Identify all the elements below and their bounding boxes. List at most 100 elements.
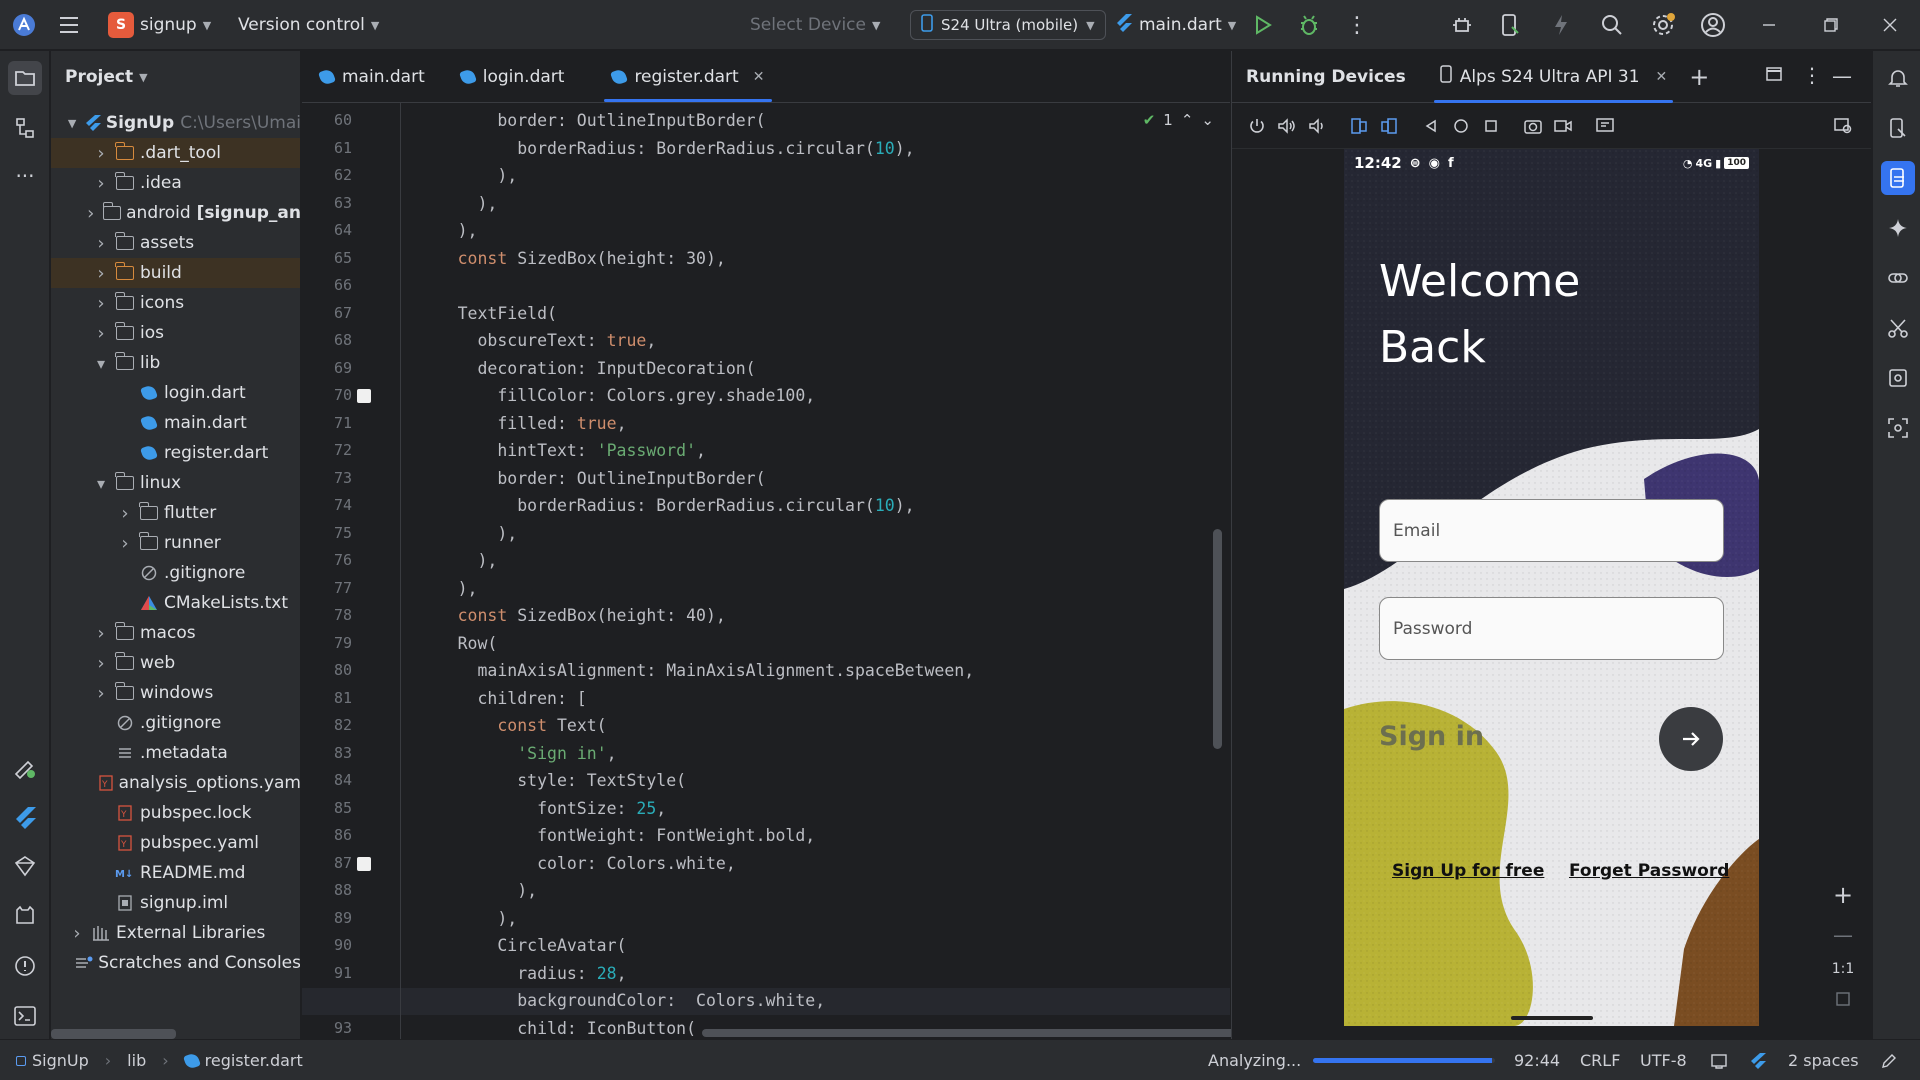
tree-item[interactable]: main.dart (51, 408, 300, 438)
code-line[interactable]: const SizedBox(height: 40), (398, 606, 726, 625)
code-line[interactable]: border: OutlineInputBorder( (398, 111, 765, 130)
tree-item[interactable]: › runner (51, 528, 300, 558)
code-line[interactable]: ), (398, 221, 478, 240)
code-line[interactable]: ), (398, 551, 497, 570)
vcs-menu[interactable]: Version control ▼ (238, 0, 379, 50)
code-line[interactable]: fillColor: Colors.grey.shade100, (398, 386, 815, 405)
chevron-right-icon[interactable]: › (93, 623, 109, 644)
zoom-fit-icon[interactable] (1835, 991, 1851, 1012)
code-line[interactable]: ), (398, 524, 517, 543)
running-devices-icon[interactable] (1881, 161, 1915, 195)
email-field[interactable]: Email (1379, 499, 1724, 562)
tree-item[interactable]: signup.iml (51, 888, 300, 918)
tree-item[interactable]: Yanalysis_options.yam (51, 768, 300, 798)
chevron-right-icon[interactable]: › (93, 143, 109, 164)
tree-item[interactable]: CMakeLists.txt (51, 588, 300, 618)
file-encoding[interactable]: UTF-8 (1640, 1040, 1687, 1080)
structure-icon[interactable] (8, 111, 42, 145)
tree-item[interactable]: › macos (51, 618, 300, 648)
code-line[interactable]: style: TextStyle( (398, 771, 686, 790)
password-field[interactable]: Password (1379, 597, 1724, 660)
chevron-right-icon[interactable]: › (93, 323, 109, 344)
tree-item[interactable]: .gitignore (51, 708, 300, 738)
project-switcher[interactable]: S signup ▼ (108, 0, 211, 50)
mirror-settings-icon[interactable] (1594, 115, 1616, 137)
device-pill[interactable]: S24 Ultra (mobile) ▼ (910, 10, 1106, 40)
run-config-selector[interactable]: main.dart ▼ (1115, 0, 1236, 50)
device-screen[interactable]: 12:42 ⊜ ◉ f ◔ 4G ▮ 100 Welcome Back Emai… (1344, 149, 1759, 1026)
code-line[interactable]: borderRadius: BorderRadius.circular(10), (398, 139, 914, 158)
notifications-icon[interactable] (1881, 61, 1915, 95)
power-icon[interactable] (1246, 115, 1268, 137)
tree-item[interactable]: › flutter (51, 498, 300, 528)
readonly-toggle-icon[interactable] (1710, 1040, 1728, 1080)
flutter-status-icon[interactable] (1750, 1040, 1766, 1080)
tree-item[interactable]: › build (51, 258, 300, 288)
code-line[interactable]: color: Colors.white, (398, 854, 736, 873)
home-icon[interactable] (1450, 115, 1472, 137)
signin-arrow-button[interactable] (1659, 707, 1723, 771)
editor-tab[interactable]: main.dart (302, 51, 443, 102)
project-folder-icon[interactable] (8, 61, 42, 95)
gemini-sparkle-icon[interactable] (1881, 211, 1915, 245)
logcat-icon[interactable] (8, 899, 42, 933)
code-line[interactable]: backgroundColor: Colors.white, (398, 991, 825, 1010)
code-line[interactable]: ), (398, 881, 537, 900)
code-line[interactable]: mainAxisAlignment: MainAxisAlignment.spa… (398, 661, 974, 680)
code-line[interactable]: fontSize: 25, (398, 799, 666, 818)
code-line[interactable]: ), (398, 194, 497, 213)
layout-icon[interactable] (1765, 65, 1783, 88)
chevron-right-icon[interactable]: › (117, 503, 133, 524)
app-inspection-icon[interactable] (1881, 361, 1915, 395)
tree-item[interactable]: ▾ lib (51, 348, 300, 378)
snapshot-icon[interactable] (1832, 115, 1854, 137)
code-line[interactable]: ), (398, 909, 517, 928)
zoom-actual-size[interactable]: 1:1 (1832, 961, 1855, 977)
tree-item[interactable]: › External Libraries (51, 918, 300, 948)
overview-icon[interactable] (1480, 115, 1502, 137)
select-device-dropdown[interactable]: Select Device ▼ (750, 0, 880, 50)
hot-reload-icon[interactable] (1552, 0, 1570, 50)
close-tab-icon[interactable]: ✕ (1656, 69, 1668, 85)
line-separator[interactable]: CRLF (1580, 1040, 1620, 1080)
app-logo-icon[interactable] (12, 0, 36, 50)
problems-icon[interactable] (8, 949, 42, 983)
code-line[interactable]: const Text( (398, 716, 606, 735)
code-area[interactable]: border: OutlineInputBorder( borderRadius… (302, 103, 1230, 1039)
tree-item[interactable]: › windows (51, 678, 300, 708)
devtools-icon[interactable] (8, 849, 42, 883)
tree-item[interactable]: Scratches and Consoles (51, 948, 300, 978)
chevron-right-icon[interactable]: › (93, 683, 109, 704)
code-line[interactable]: children: [ (398, 689, 586, 708)
minimize-panel-icon[interactable]: — (1832, 64, 1852, 88)
search-icon[interactable] (1600, 0, 1624, 50)
more-vertical-icon[interactable]: ⋮ (1346, 0, 1368, 50)
code-line[interactable]: Row( (398, 634, 498, 653)
tree-item[interactable]: register.dart (51, 438, 300, 468)
tools-scissors-icon[interactable] (1881, 311, 1915, 345)
code-line[interactable]: borderRadius: BorderRadius.circular(10), (398, 496, 914, 515)
restore-window-icon[interactable] (1824, 0, 1838, 50)
signup-link[interactable]: Sign Up for free (1392, 861, 1544, 881)
tree-item[interactable]: › assets (51, 228, 300, 258)
tree-item[interactable]: › .dart_tool (51, 138, 300, 168)
tree-item[interactable]: Ypubspec.lock (51, 798, 300, 828)
link-icon[interactable] (1881, 261, 1915, 295)
chevron-right-icon[interactable]: › (93, 293, 109, 314)
back-icon[interactable] (1420, 115, 1442, 137)
chevron-right-icon[interactable]: › (93, 173, 109, 194)
account-icon[interactable] (1700, 0, 1726, 50)
flutter-inspector-icon[interactable] (8, 751, 42, 785)
code-line[interactable]: TextField( (398, 304, 557, 323)
code-line[interactable]: hintText: 'Password', (398, 441, 706, 460)
more-horizontal-icon[interactable]: ··· (8, 159, 42, 193)
editor-tab[interactable]: login.dart (443, 51, 583, 102)
main-menu-icon[interactable] (58, 0, 80, 50)
tree-item[interactable]: .gitignore (51, 558, 300, 588)
chevron-down-icon[interactable]: ▾ (93, 474, 109, 493)
more-vertical-icon[interactable]: ⋮ (1802, 63, 1822, 87)
volume-up-icon[interactable] (1276, 115, 1298, 137)
run-button[interactable] (1253, 0, 1273, 50)
forget-password-link[interactable]: Forget Password (1569, 861, 1729, 881)
code-line[interactable]: const SizedBox(height: 30), (398, 249, 726, 268)
